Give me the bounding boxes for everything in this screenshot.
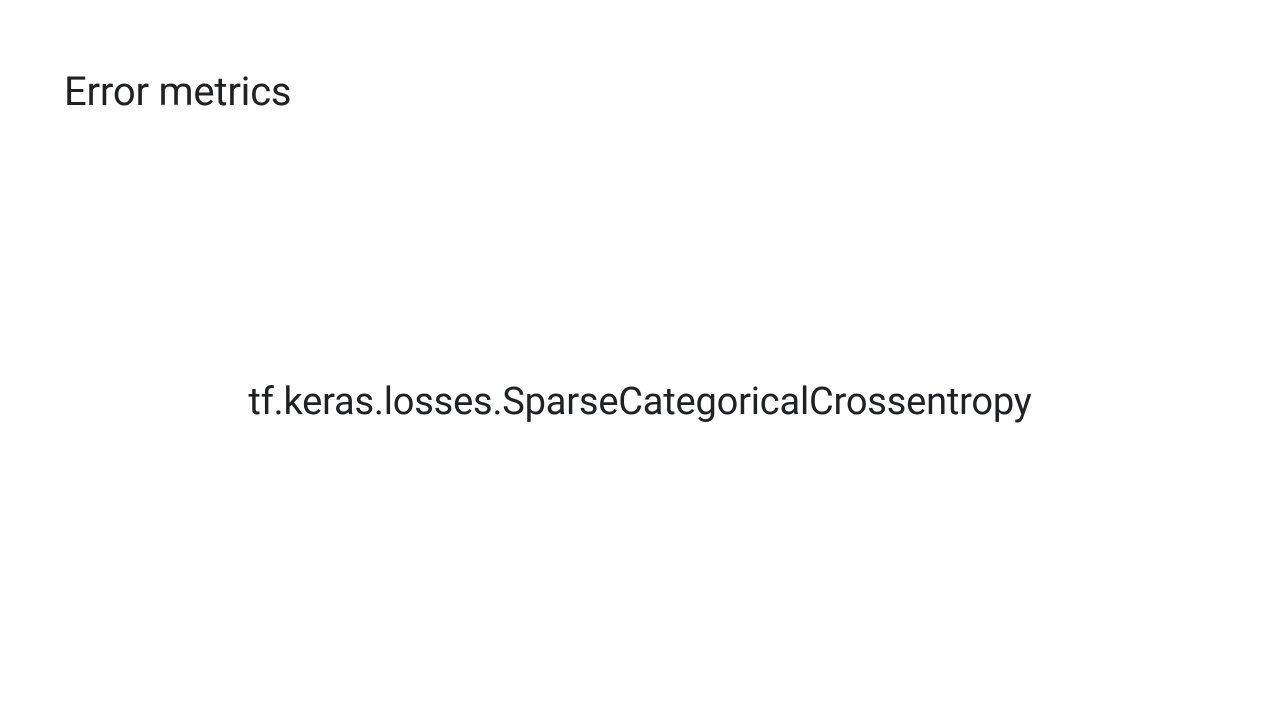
slide-title: Error metrics bbox=[64, 68, 291, 115]
slide-body-text: tf.keras.losses.SparseCategoricalCrossen… bbox=[0, 380, 1280, 424]
